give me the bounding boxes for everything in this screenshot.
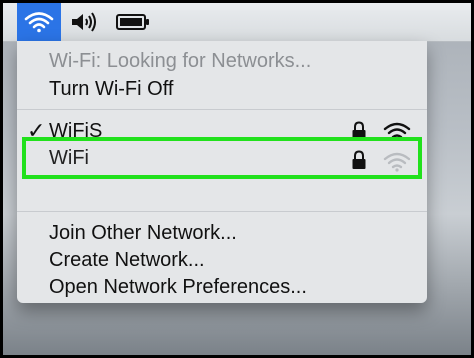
screenshot-frame: Wi-Fi: Looking for Networks... Turn Wi-F… [3, 3, 471, 355]
menu-bar [3, 3, 471, 42]
turn-wifi-off-item[interactable]: Turn Wi-Fi Off [17, 75, 427, 103]
wifi-menu-extra[interactable] [17, 3, 61, 41]
join-other-network-item[interactable]: Join Other Network... [17, 219, 427, 247]
battery-icon [116, 14, 149, 30]
menu-separator [17, 211, 427, 212]
wifi-icon [24, 12, 54, 33]
green-highlight-box [22, 137, 422, 179]
menu-separator [17, 109, 427, 110]
wifi-status-label: Wi-Fi: Looking for Networks... [49, 50, 312, 72]
turn-wifi-off-label: Turn Wi-Fi Off [49, 78, 174, 100]
speaker-volume-icon [72, 12, 96, 32]
wifi-dropdown-menu: Wi-Fi: Looking for Networks... Turn Wi-F… [17, 41, 427, 303]
battery-menu-extra[interactable] [111, 3, 155, 41]
create-network-item[interactable]: Create Network... [17, 246, 427, 274]
wifi-status-item: Wi-Fi: Looking for Networks... [17, 47, 427, 75]
open-network-preferences-item[interactable]: Open Network Preferences... [17, 273, 427, 301]
volume-menu-extra[interactable] [65, 3, 105, 41]
join-other-network-label: Join Other Network... [49, 222, 237, 244]
open-network-preferences-label: Open Network Preferences... [49, 276, 307, 298]
create-network-label: Create Network... [49, 249, 205, 271]
